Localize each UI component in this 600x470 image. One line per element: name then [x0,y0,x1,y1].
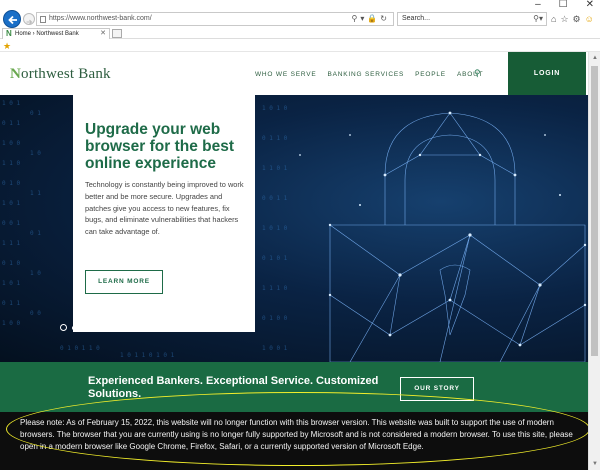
login-button[interactable]: LOGIN [508,52,586,95]
window-controls: – ☐ ✕ [535,0,594,10]
browser-navigation-bar: https://www.northwest-bank.com/ ⚲▾🔒↻ Sea… [0,10,600,28]
scroll-thumb[interactable] [591,66,598,356]
back-button[interactable] [3,10,21,28]
search-placeholder: Search... [402,15,431,22]
svg-text:0 0 1 1: 0 0 1 1 [262,195,288,202]
logo[interactable]: Northwest Bank [10,66,111,83]
svg-text:0 1: 0 1 [30,230,41,237]
slider-dots [60,324,94,331]
site-search-icon[interactable]: ⚲ [474,68,481,79]
svg-text:0 0 1: 0 0 1 [2,220,20,227]
main-nav: WHO WE SERVE BANKING SERVICES PEOPLE ABO… [255,71,483,78]
our-story-button[interactable]: OUR STORY [400,377,474,401]
svg-text:1 1 0: 1 1 0 [2,160,20,167]
page-icon [40,16,46,23]
svg-text:1 1: 1 1 [30,190,41,197]
svg-text:0 1 0: 0 1 0 [2,180,20,187]
slide-dot-3[interactable] [81,325,85,330]
forward-button[interactable] [23,13,35,25]
slide-dot-4[interactable] [90,325,94,330]
tab-bar: N Home › Northwest Bank ✕ [0,28,600,39]
title-bar: – ☐ ✕ [0,0,600,10]
scroll-down-arrow[interactable]: ▼ [589,458,600,470]
browser-toolbar-icons: ⌂ ☆ ⚙ ☺ [551,14,594,24]
svg-text:1 0 1 1 0 1 0 1: 1 0 1 1 0 1 0 1 [120,352,175,359]
hero-banner: 1 0 1 0 1 1 1 0 0 1 1 0 0 1 0 1 0 1 0 0 1 1 1 … [0,95,588,362]
lock-icon[interactable]: 🔒 [367,14,380,23]
minimize-button[interactable]: – [535,0,541,10]
hero-body-text: Technology is constantly being improved … [85,180,244,237]
gear-icon[interactable]: ⚙ [573,14,581,24]
svg-text:1 0 1: 1 0 1 [2,200,20,207]
svg-text:1 0 1: 1 0 1 [2,100,20,107]
svg-text:1 1 1 0: 1 1 1 0 [262,285,288,292]
tab-title: Home › Northwest Bank [15,31,79,37]
learn-more-button[interactable]: LEARN MORE [85,270,163,294]
tagline-band: Experienced Bankers. Exceptional Service… [0,362,588,412]
svg-text:1 0 0: 1 0 0 [2,140,20,147]
site-header: Northwest Bank WHO WE SERVE BANKING SERV… [0,52,588,95]
forward-icon [26,19,33,25]
star-icon[interactable]: ☆ [560,14,568,24]
address-bar[interactable]: https://www.northwest-bank.com/ ⚲▾🔒↻ [36,12,394,26]
svg-text:1 0 1 0: 1 0 1 0 [262,225,288,232]
svg-text:1 1 1: 1 1 1 [2,240,20,247]
search-icon[interactable]: ⚲▾ [533,13,543,25]
hero-headline: Upgrade your web browser for the best on… [85,121,234,172]
slide-dot-2[interactable] [72,325,76,330]
svg-text:0 1 0 0: 0 1 0 0 [262,315,288,322]
maximize-button[interactable]: ☐ [559,0,568,10]
tagline-text: Experienced Bankers. Exceptional Service… [88,375,379,400]
slide-dot-1[interactable] [60,324,67,331]
smiley-icon[interactable]: ☺ [585,14,594,24]
svg-text:0 1: 0 1 [30,110,41,117]
close-icon[interactable]: ✕ [100,29,106,39]
scroll-up-arrow[interactable]: ▲ [589,52,600,64]
new-tab-button[interactable] [112,29,122,38]
svg-text:1 0 0: 1 0 0 [2,320,20,327]
search-icon[interactable]: ⚲ [351,14,360,23]
url-text: https://www.northwest-bank.com/ [49,15,152,22]
favorites-bar: ★ [0,40,600,52]
svg-text:0 1 1: 0 1 1 [2,120,20,127]
svg-text:0 1 0 1 1 0: 0 1 0 1 1 0 [60,345,100,352]
logo-text: orthwest Bank [21,66,111,82]
address-bar-icons: ⚲▾🔒↻ [351,13,390,25]
nav-who-we-serve[interactable]: WHO WE SERVE [255,71,317,78]
browser-support-notice: Please note: As of February 15, 2022, th… [0,412,588,470]
svg-text:0 1 0 1: 0 1 0 1 [262,255,288,262]
svg-text:0 0: 0 0 [30,310,41,317]
favorites-star-icon[interactable]: ★ [3,40,11,52]
svg-text:0 1 0: 0 1 0 [2,260,20,267]
svg-text:0 1 1 0: 0 1 1 0 [262,135,288,142]
close-window-button[interactable]: ✕ [586,0,594,10]
tab-northwest-bank[interactable]: N Home › Northwest Bank ✕ [2,28,110,39]
home-icon[interactable]: ⌂ [551,14,556,24]
refresh-icon[interactable]: ↻ [380,14,390,23]
svg-text:1 0: 1 0 [30,270,41,277]
page-scrollbar[interactable]: ▲ ▼ [588,52,600,470]
favicon: N [6,29,12,38]
notice-text: Please note: As of February 15, 2022, th… [20,418,573,451]
logo-initial: N [10,66,22,82]
svg-text:1 0 1 0: 1 0 1 0 [262,105,288,112]
svg-text:1 0 0 1: 1 0 0 1 [262,345,288,352]
svg-text:1 0 1: 1 0 1 [2,280,20,287]
svg-text:1 0: 1 0 [30,150,41,157]
hero-card: Upgrade your web browser for the best on… [73,95,255,332]
svg-text:1 1 0 1: 1 1 0 1 [262,165,288,172]
svg-text:0 1 1: 0 1 1 [2,300,20,307]
browser-search-box[interactable]: Search... ⚲▾ [397,12,547,26]
nav-people[interactable]: PEOPLE [415,71,446,78]
back-icon [8,15,17,25]
nav-banking-services[interactable]: BANKING SERVICES [328,71,405,78]
